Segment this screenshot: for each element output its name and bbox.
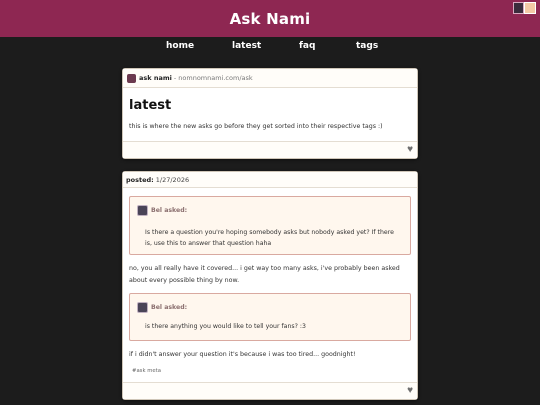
avatar-icon[interactable] [524, 2, 536, 14]
post-footer: ♥ [123, 141, 417, 158]
posted-date: 1/27/2026 [155, 175, 190, 184]
site-header: Ask Nami [0, 0, 540, 37]
post-header: ask nami - nomnomnami.com/ask [123, 69, 417, 88]
post-title: latest [129, 98, 172, 113]
nav-latest[interactable]: latest [232, 41, 261, 51]
asker-name: Bel asked: [151, 304, 188, 311]
nav-faq[interactable]: faq [299, 41, 315, 51]
blog-avatar-icon[interactable] [127, 73, 136, 83]
ask-question: Is there a question you're hoping somebo… [145, 229, 394, 247]
header-avatars [513, 2, 536, 14]
main-nav: home latest faq tags [0, 37, 540, 55]
posted-label: posted: [126, 175, 154, 184]
site-title[interactable]: Ask Nami [230, 10, 311, 28]
ask-post-card: posted: 1/27/2026 Bel asked: Is there a … [122, 171, 418, 400]
asker-name: Bel asked: [151, 207, 188, 214]
heart-icon[interactable]: ♥ [407, 386, 413, 396]
avatar-icon[interactable] [513, 2, 524, 14]
post-footer: ♥ [123, 382, 417, 399]
nav-tags[interactable]: tags [356, 41, 378, 51]
ask-question: is there anything you would like to tell… [145, 323, 306, 330]
asker-avatar-icon [137, 205, 148, 216]
asker: Bel asked: [137, 302, 187, 313]
blog-name[interactable]: ask nami [139, 74, 172, 82]
post-tag[interactable]: #ask meta [132, 368, 161, 374]
blog-url[interactable]: - nomnomnami.com/ask [174, 74, 253, 82]
ask-box: Bel asked: is there anything you would l… [129, 293, 411, 341]
heart-icon[interactable]: ♥ [407, 145, 413, 155]
ask-answer: if i didn't answer your question it's be… [129, 351, 356, 358]
asker: Bel asked: [137, 205, 187, 216]
post-text: this is where the new asks go before the… [129, 123, 383, 130]
asker-avatar-icon [137, 302, 148, 313]
posted-row: posted: 1/27/2026 [123, 172, 417, 188]
latest-post-card: ask nami - nomnomnami.com/ask latest thi… [122, 68, 418, 159]
ask-box: Bel asked: Is there a question you're ho… [129, 196, 411, 255]
ask-answer: no, you all really have it covered... i … [129, 265, 400, 284]
nav-home[interactable]: home [166, 41, 194, 51]
